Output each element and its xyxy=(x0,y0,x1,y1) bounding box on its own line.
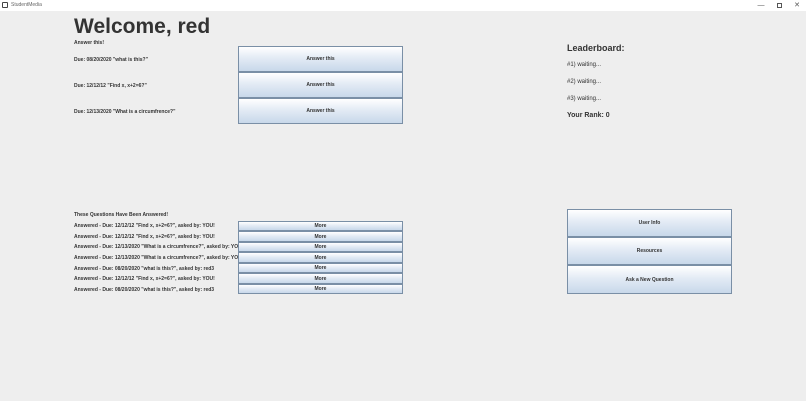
close-icon[interactable]: ✕ xyxy=(788,0,806,11)
welcome-heading: Welcome, red xyxy=(74,15,211,38)
answer-this-heading: Answer this! xyxy=(74,40,105,46)
answered-question-text: Answered - Due: 08/20/2020 "what is this… xyxy=(74,287,215,293)
answered-question-text: Answered - Due: 12/12/12 "Find x, x+2=6?… xyxy=(74,223,215,229)
title-bar: StudentMedia — ✕ xyxy=(0,0,806,11)
question-text: Due: 08/20/2020 "what is this?" xyxy=(74,57,148,63)
question-text: Due: 12/13/2020 "What is a circumfrence?… xyxy=(74,109,176,115)
leaderboard-entry: #2) waiting... xyxy=(567,79,602,85)
more-button[interactable]: More xyxy=(238,221,403,231)
answered-question-text: Answered - Due: 08/20/2020 "what is this… xyxy=(74,266,215,272)
more-button[interactable]: More xyxy=(238,273,403,284)
question-text: Due: 12/12/12 "Find x, x+2=6?" xyxy=(74,83,147,89)
answered-question-text: Answered - Due: 12/13/2020 "What is a ci… xyxy=(74,244,244,250)
answer-this-button[interactable]: Answer this xyxy=(238,46,403,72)
maximize-icon[interactable] xyxy=(770,0,788,11)
app-icon xyxy=(2,2,8,8)
minimize-icon[interactable]: — xyxy=(752,0,770,11)
answered-heading: These Questions Have Been Answered! xyxy=(74,212,169,218)
more-button[interactable]: More xyxy=(238,231,403,242)
answered-question-text: Answered - Due: 12/13/2020 "What is a ci… xyxy=(74,255,244,261)
leaderboard-title: Leaderboard: xyxy=(567,43,625,53)
more-button[interactable]: More xyxy=(238,284,403,294)
leaderboard-entry: #3) waiting... xyxy=(567,96,602,102)
answer-this-button[interactable]: Answer this xyxy=(238,72,403,98)
answered-question-text: Answered - Due: 12/12/12 "Find x, x+2=6?… xyxy=(74,276,215,282)
answered-question-text: Answered - Due: 12/12/12 "Find x, x+2=6?… xyxy=(74,234,215,240)
more-button[interactable]: More xyxy=(238,252,403,263)
more-button[interactable]: More xyxy=(238,263,403,273)
resources-button[interactable]: Resources xyxy=(567,237,732,265)
ask-new-question-button[interactable]: Ask a New Question xyxy=(567,265,732,294)
window-title: StudentMedia xyxy=(11,2,42,8)
your-rank: Your Rank: 0 xyxy=(567,112,610,119)
user-info-button[interactable]: User Info xyxy=(567,209,732,237)
answer-this-button[interactable]: Answer this xyxy=(238,98,403,124)
more-button[interactable]: More xyxy=(238,242,403,252)
leaderboard-entry: #1) waiting... xyxy=(567,62,602,68)
